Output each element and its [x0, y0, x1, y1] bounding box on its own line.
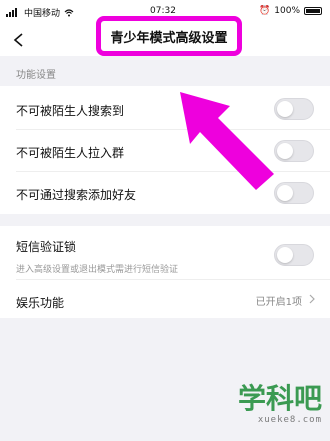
battery-label: 100%	[274, 6, 300, 16]
setting-label: 不可被陌生人拉入群	[16, 146, 125, 160]
section-label: 功能设置	[16, 70, 56, 81]
carrier-label: 中国移动	[24, 9, 61, 19]
watermark-logo: 学科吧	[237, 382, 322, 415]
setting-label: 不可被陌生人搜索到	[16, 104, 125, 118]
annotation-arrow	[180, 92, 274, 190]
page-title: 青少年模式高级设置	[110, 30, 228, 46]
divider	[16, 279, 330, 280]
status-time: 07:32	[150, 6, 176, 16]
status-left: 中国移动	[6, 6, 74, 19]
setting-row-sms-lock[interactable]: 短信验证锁	[0, 230, 330, 266]
back-icon[interactable]	[12, 33, 26, 47]
wifi-icon	[64, 8, 74, 16]
watermark: 学科吧 xueke8.com	[238, 377, 322, 425]
toggle-switch[interactable]	[274, 244, 314, 266]
status-right: ⏰ 100%	[259, 6, 322, 16]
chevron-right-icon	[309, 294, 315, 304]
page-title-highlight: 青少年模式高级设置	[96, 16, 242, 56]
sms-lock-subtitle: 进入高级设置或退出模式需进行短信验证	[16, 265, 179, 275]
signal-icon	[6, 8, 20, 17]
entertainment-value: 已开启1项	[255, 297, 302, 308]
battery-icon	[304, 7, 322, 15]
entertainment-label: 娱乐功能	[16, 296, 65, 310]
setting-label: 不可通过搜索添加好友	[16, 188, 137, 202]
alarm-icon: ⏰	[259, 6, 271, 16]
sms-lock-label: 短信验证锁	[16, 240, 77, 254]
